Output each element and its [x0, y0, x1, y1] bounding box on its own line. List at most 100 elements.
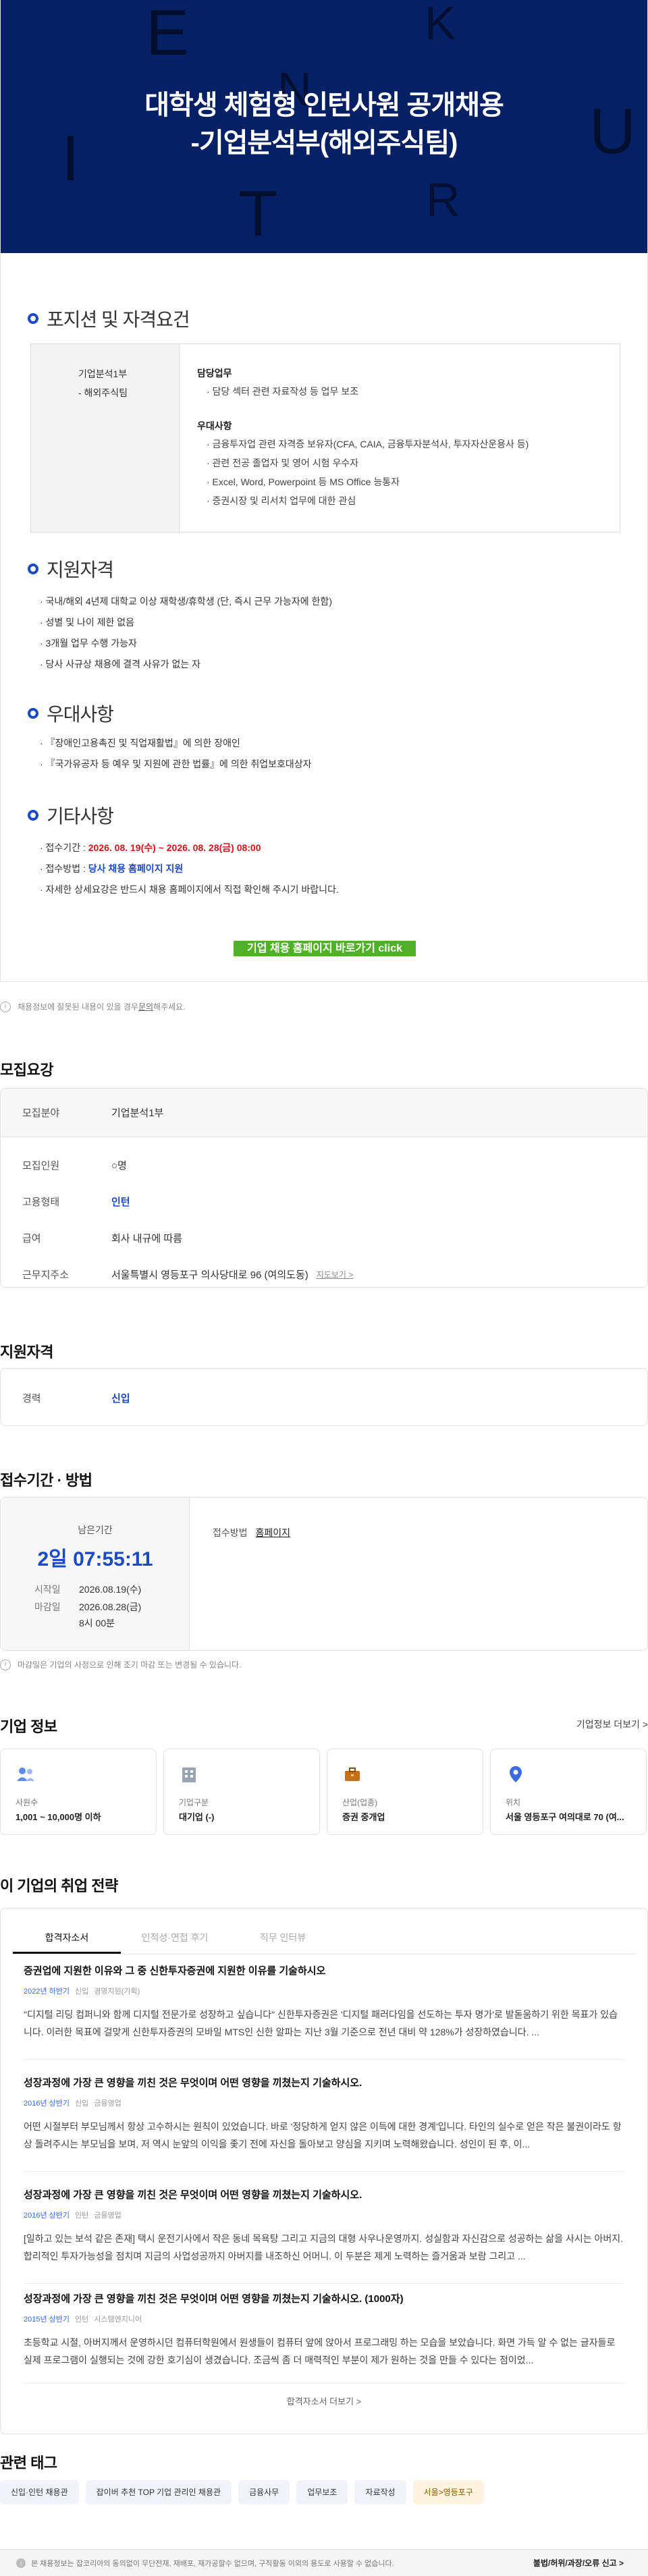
end-date-line: 마감일 2026.08.28(금): [34, 1600, 141, 1614]
meta-field: 금융영업: [94, 2212, 122, 2220]
company-homepage-button[interactable]: 기업 채용 홈페이지 바로가기 click: [234, 941, 416, 956]
briefcase-icon: [345, 1767, 360, 1781]
preference-item: · 『장애인고용촉진 및 직업재활법』에 의한 장애인: [40, 738, 240, 748]
row-value: ○명: [111, 1159, 127, 1172]
tag-chip[interactable]: 자료작성: [354, 2480, 406, 2504]
card-label: 위치: [506, 1798, 521, 1807]
career-value: 신입: [111, 1392, 130, 1404]
meta-year: 2022년 하반기: [24, 1988, 70, 1996]
card-label: 산업(업종): [342, 1798, 378, 1807]
recruit-title: 모집요강: [0, 1062, 53, 1078]
cover-letter-item[interactable]: 성장과정에 가장 큰 영향을 끼친 것은 무엇이며 어떤 영향을 끼쳤는지 기술…: [24, 2291, 624, 2369]
copyright-bar: i 본 채용정보는 잡코리아의 동의없이 무단전재, 재배포, 재가공할수 없으…: [0, 2549, 648, 2576]
row-value: 기업분석1부: [111, 1107, 164, 1119]
company-more-link[interactable]: 기업정보 더보기 >: [576, 1718, 648, 1731]
hero-banner: E K N I T R U 대학생 체험형 인턴사원 공개채용 -기업분석부(해…: [1, 0, 647, 253]
start-label: 시작일: [34, 1584, 61, 1595]
preference-list: · 『장애인고용촉진 및 직업재활법』에 의한 장애인 · 『국가유공자 등 예…: [40, 733, 312, 775]
employment-type-value: 인턴: [111, 1196, 130, 1208]
eligibility-list: · 국내/해외 4년제 대학교 이상 재학생/휴학생 (단, 즉시 근무 가능자…: [40, 591, 332, 675]
preference-item: · 『국가유공자 등 예우 및 지원에 관한 법률』에 의한 취업보호대상자: [40, 759, 312, 769]
hero-bg-letter: T: [238, 177, 278, 250]
copyright-notice: i 본 채용정보는 잡코리아의 동의없이 무단전재, 재배포, 재가공할수 없으…: [16, 2558, 394, 2569]
answer-excerpt: 어떤 시절부터 부모님께서 항상 고수하시는 원칙이 있었습니다. 바로 '정당…: [24, 2121, 622, 2149]
period-prefix: · 접수기간 :: [40, 842, 88, 853]
row-label: 급여: [22, 1232, 41, 1244]
cover-letter-more-link[interactable]: 합격자소서 더보기 >: [1, 2394, 647, 2407]
company-card-industry[interactable]: 산업(업종) 증권 중개업: [327, 1749, 483, 1835]
tag-chip[interactable]: 서울>영등포구: [412, 2480, 484, 2504]
meta-year: 2016년 상반기: [24, 2212, 70, 2220]
cover-letter-item[interactable]: 성장과정에 가장 큰 영향을 끼친 것은 무엇이며 어떤 영향을 끼쳤는지 기술…: [24, 2075, 624, 2153]
recruit-row: 급여 회사 내규에 따름: [1, 1220, 647, 1256]
question-text: 성장과정에 가장 큰 영향을 끼친 것은 무엇이며 어떤 영향을 끼쳤는지 기술…: [24, 2189, 362, 2201]
report-link[interactable]: 불법/허위/과장/오류 신고 >: [533, 2557, 624, 2569]
meta-field: 시스템엔지니어: [94, 2315, 142, 2324]
duty-item: · 담당 섹터 관련 자료작성 등 업무 보조: [207, 386, 359, 397]
bullet-circle-icon: [28, 708, 38, 719]
card-label: 사원수: [16, 1798, 38, 1807]
card-value: 서울 영등포구 여의대로 70 (여...: [506, 1812, 624, 1822]
tab-job-interviews[interactable]: 직무 인터뷰: [229, 1921, 337, 1954]
posting-title-line2: -기업분석부(해외주식팀): [190, 128, 458, 158]
cover-letter-item[interactable]: 성장과정에 가장 큰 영향을 끼친 것은 무엇이며 어떤 영향을 끼쳤는지 기술…: [24, 2187, 624, 2265]
company-card-employees[interactable]: 사원수 1,001 ~ 10,000명 이하: [0, 1749, 157, 1835]
strategy-box: 합격자소서 인적성·면접 후기 직무 인터뷰 증권업에 지원한 이유와 그 중 …: [0, 1908, 648, 2434]
recruit-row: 고용형태 인턴: [1, 1183, 647, 1220]
inquiry-link[interactable]: 문의: [138, 1001, 153, 1012]
building-icon: [182, 1767, 196, 1782]
method-info: 접수방법 홈페이지: [213, 1526, 290, 1539]
recruit-row: 근무지주소 서울특별시 영등포구 의사당대로 96 (여의도동) 지도보기 >: [1, 1256, 647, 1287]
eligibility-item: · 성별 및 나이 제한 없음: [40, 617, 135, 628]
period-summary: 남은기간 2일 07:55:11 시작일 2026.08.19(수) 마감일 202…: [1, 1498, 190, 1650]
pref-item: · 금융투자업 관련 자격증 보유자(CFA, CAIA, 금융투자분석사, 투…: [207, 439, 529, 449]
meta-year: 2016년 상반기: [24, 2100, 70, 2108]
company-card-type[interactable]: 기업구분 대기업 (-): [163, 1749, 320, 1835]
notice-text-tail: 해주세요.: [153, 1002, 186, 1012]
tag-chip[interactable]: 잡이버 추천 TOP 기업 관리인 채용관: [85, 2480, 232, 2504]
info-icon: i: [0, 1659, 11, 1670]
method-value: 당사 채용 홈페이지 지원: [88, 863, 184, 874]
meta-year: 2015년 상반기: [24, 2315, 70, 2324]
tag-chip[interactable]: 업무보조: [296, 2480, 348, 2504]
info-icon: i: [16, 2558, 26, 2568]
tag-chip[interactable]: 신입·인턴 채용관: [0, 2480, 79, 2504]
answer-excerpt: [일하고 있는 보석 같은 존재] 택시 운전기사에서 작은 동네 목욕탕 그리…: [24, 2233, 624, 2262]
cover-letter-item[interactable]: 증권업에 지원한 이유와 그 중 신한투자증권에 지원한 이유를 기술하시오 2…: [24, 1963, 624, 2041]
countdown-timer: 2일 07:55:11: [37, 1548, 153, 1570]
method-label: 접수방법: [213, 1527, 248, 1538]
recruit-row: 모집인원 ○명: [1, 1147, 647, 1183]
address-value: 서울특별시 영등포구 의사당대로 96 (여의도동): [111, 1269, 308, 1281]
section-title-text: 지원자격: [47, 559, 114, 580]
meta-type: 인턴: [75, 2315, 89, 2324]
qualification-box: 경력 신입: [0, 1368, 648, 1426]
tab-cover-letters[interactable]: 합격자소서: [13, 1921, 121, 1954]
homepage-link[interactable]: 홈페이지: [256, 1527, 291, 1538]
tag-chip[interactable]: 금융사무: [238, 2480, 290, 2504]
meta-field: 경영지원(기획): [94, 1988, 140, 1996]
meta-type: 신입: [75, 2100, 89, 2108]
period-line: · 접수기간 : 2026. 08. 19(수) ~ 2026. 08. 28(…: [40, 838, 339, 858]
end-label: 마감일: [34, 1601, 61, 1612]
section-title-eligibility: 지원자격: [28, 555, 114, 582]
pref-item: · 관련 전공 졸업자 및 영어 시험 우수자: [207, 458, 359, 468]
tab-interview-reviews[interactable]: 인적성·면접 후기: [121, 1921, 229, 1954]
location-pin-icon: [510, 1766, 522, 1782]
page: E K N I T R U 대학생 체험형 인턴사원 공개채용 -기업분석부(해…: [0, 0, 648, 2576]
period-value: 2026. 08. 19(수) ~ 2026. 08. 28(금) 08:00: [88, 842, 261, 853]
map-link[interactable]: 지도보기 >: [317, 1269, 354, 1280]
eligibility-item: · 국내/해외 4년제 대학교 이상 재학생/휴학생 (단, 즉시 근무 가능자…: [40, 596, 332, 607]
company-card-location[interactable]: 위치 서울 영등포구 여의대로 70 (여...: [490, 1749, 647, 1835]
start-date: 2026.08.19(수): [79, 1584, 142, 1595]
other-note: · 자세한 상세요강은 반드시 채용 홈페이지에서 직접 확인해 주시기 바랍니…: [40, 884, 339, 895]
info-icon: i: [0, 1001, 11, 1012]
card-value: 1,001 ~ 10,000명 이하: [16, 1812, 101, 1822]
method-prefix: · 접수방법 :: [40, 863, 88, 874]
section-title-text: 우대사항: [47, 704, 114, 725]
duty-heading: 담당업무: [197, 368, 232, 379]
bullet-circle-icon: [28, 564, 38, 574]
company-title: 기업 정보: [0, 1718, 57, 1735]
section-title-position: 포지션 및 자격요건: [28, 305, 190, 332]
hero-bg-letter: K: [425, 0, 456, 49]
copyright-text: 본 채용정보는 잡코리아의 동의없이 무단전재, 재배포, 재가공할수 없으며,…: [31, 2560, 394, 2568]
